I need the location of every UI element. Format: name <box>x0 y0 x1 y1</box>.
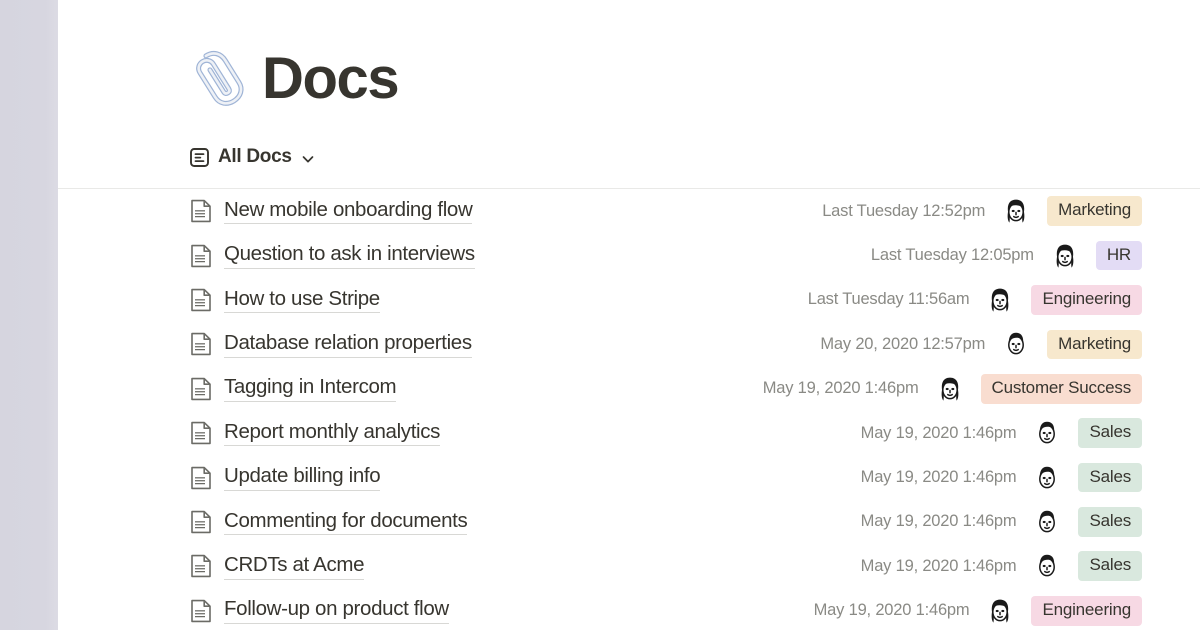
doc-row[interactable]: New mobile onboarding flow Last Tuesday … <box>190 189 1142 233</box>
doc-row-left: Database relation properties <box>190 331 472 358</box>
doc-row-right: May 19, 2020 1:46pm Sales <box>861 418 1142 448</box>
document-icon <box>190 288 212 312</box>
doc-title: CRDTs at Acme <box>224 553 364 580</box>
document-icon <box>190 244 212 268</box>
doc-date: May 19, 2020 1:46pm <box>861 468 1017 487</box>
doc-row-left: Follow-up on product flow <box>190 597 449 624</box>
doc-row[interactable]: How to use Stripe Last Tuesday 11:56am E… <box>190 278 1142 322</box>
doc-title: New mobile onboarding flow <box>224 198 472 225</box>
doc-row-left: Question to ask in interviews <box>190 242 475 269</box>
doc-row-right: May 19, 2020 1:46pm Customer Success <box>763 374 1142 404</box>
all-docs-filter-label: All Docs <box>218 146 292 168</box>
document-icon <box>190 599 212 623</box>
doc-row-left: Tagging in Intercom <box>190 375 396 402</box>
doc-title: Database relation properties <box>224 331 472 358</box>
doc-row[interactable]: Report monthly analytics May 19, 2020 1:… <box>190 411 1142 455</box>
doc-tag[interactable]: Sales <box>1078 463 1142 493</box>
doc-tag[interactable]: Marketing <box>1047 330 1142 360</box>
doc-row[interactable]: CRDTs at Acme May 19, 2020 1:46pm Sales <box>190 544 1142 588</box>
doc-row-left: CRDTs at Acme <box>190 553 364 580</box>
doc-date: May 19, 2020 1:46pm <box>861 424 1017 443</box>
doc-row-right: May 20, 2020 12:57pm Marketing <box>820 329 1142 359</box>
doc-date: May 20, 2020 12:57pm <box>820 335 985 354</box>
avatar-woman-2-icon[interactable] <box>1050 241 1080 271</box>
sidebar-rail <box>0 0 58 630</box>
doc-row-right: Last Tuesday 12:52pm Marketing <box>822 196 1142 226</box>
doc-tag[interactable]: Marketing <box>1047 196 1142 226</box>
doc-row[interactable]: Follow-up on product flow May 19, 2020 1… <box>190 589 1142 630</box>
list-view-icon <box>190 148 209 167</box>
page-title-row: Docs <box>190 48 1200 110</box>
doc-title: Tagging in Intercom <box>224 375 396 402</box>
doc-row-right: May 19, 2020 1:46pm Sales <box>861 507 1142 537</box>
page-title: Docs <box>262 50 398 108</box>
doc-date: May 19, 2020 1:46pm <box>763 379 919 398</box>
doc-tag[interactable]: Customer Success <box>981 374 1142 404</box>
document-icon <box>190 377 212 401</box>
doc-tag[interactable]: Sales <box>1078 507 1142 537</box>
avatar-man-2-icon[interactable] <box>1032 418 1062 448</box>
avatar-man-5-icon[interactable] <box>1032 551 1062 581</box>
doc-row-right: May 19, 2020 1:46pm Engineering <box>814 596 1142 626</box>
doc-title: Commenting for documents <box>224 509 467 536</box>
doc-tag[interactable]: Sales <box>1078 418 1142 448</box>
document-icon <box>190 510 212 534</box>
doc-title: How to use Stripe <box>224 287 380 314</box>
doc-tag[interactable]: HR <box>1096 241 1142 271</box>
doc-tag[interactable]: Engineering <box>1031 285 1142 315</box>
paperclip-icon <box>190 48 246 110</box>
doc-row-left: Report monthly analytics <box>190 420 440 447</box>
doc-title: Update billing info <box>224 464 380 491</box>
main-content: Docs All Docs New mobile onboarding flow <box>58 0 1200 630</box>
document-icon <box>190 554 212 578</box>
doc-row-right: May 19, 2020 1:46pm Sales <box>861 463 1142 493</box>
document-icon <box>190 199 212 223</box>
all-docs-filter[interactable]: All Docs <box>58 146 315 168</box>
doc-row-right: May 19, 2020 1:46pm Sales <box>861 551 1142 581</box>
doc-list: New mobile onboarding flow Last Tuesday … <box>58 189 1200 630</box>
doc-row[interactable]: Tagging in Intercom May 19, 2020 1:46pm … <box>190 367 1142 411</box>
doc-title: Report monthly analytics <box>224 420 440 447</box>
doc-date: May 19, 2020 1:46pm <box>861 557 1017 576</box>
doc-title: Follow-up on product flow <box>224 597 449 624</box>
document-icon <box>190 466 212 490</box>
doc-tag[interactable]: Engineering <box>1031 596 1142 626</box>
doc-row-left: New mobile onboarding flow <box>190 198 472 225</box>
avatar-man-4-icon[interactable] <box>1032 507 1062 537</box>
doc-title: Question to ask in interviews <box>224 242 475 269</box>
doc-row-right: Last Tuesday 11:56am Engineering <box>808 285 1142 315</box>
avatar-woman-3-icon[interactable] <box>985 285 1015 315</box>
doc-date: Last Tuesday 12:05pm <box>871 246 1034 265</box>
doc-date: Last Tuesday 12:52pm <box>822 202 985 221</box>
doc-tag[interactable]: Sales <box>1078 551 1142 581</box>
doc-row-left: Update billing info <box>190 464 380 491</box>
avatar-man-3-icon[interactable] <box>1032 463 1062 493</box>
doc-date: Last Tuesday 11:56am <box>808 290 970 309</box>
chevron-down-icon <box>301 152 315 166</box>
doc-date: May 19, 2020 1:46pm <box>814 601 970 620</box>
doc-row[interactable]: Database relation properties May 20, 202… <box>190 322 1142 366</box>
doc-row-left: Commenting for documents <box>190 509 467 536</box>
doc-row-left: How to use Stripe <box>190 287 380 314</box>
document-icon <box>190 332 212 356</box>
doc-date: May 19, 2020 1:46pm <box>861 512 1017 531</box>
avatar-woman-4-icon[interactable] <box>935 374 965 404</box>
doc-row[interactable]: Update billing info May 19, 2020 1:46pm … <box>190 455 1142 499</box>
avatar-woman-5-icon[interactable] <box>985 596 1015 626</box>
doc-row[interactable]: Question to ask in interviews Last Tuesd… <box>190 233 1142 277</box>
document-icon <box>190 421 212 445</box>
avatar-woman-1-icon[interactable] <box>1001 196 1031 226</box>
avatar-man-1-icon[interactable] <box>1001 329 1031 359</box>
doc-row-right: Last Tuesday 12:05pm HR <box>871 241 1142 271</box>
page-header: Docs <box>58 0 1200 110</box>
doc-row[interactable]: Commenting for documents May 19, 2020 1:… <box>190 500 1142 544</box>
